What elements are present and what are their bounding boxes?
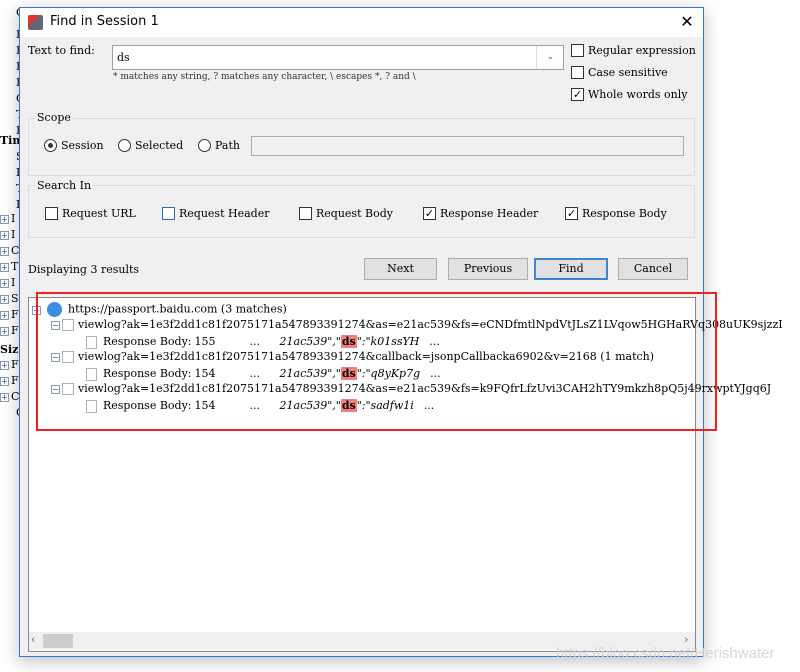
scrollbar-thumb[interactable] (43, 634, 73, 648)
scroll-left-icon[interactable]: ‹ (31, 633, 35, 646)
radio-icon[interactable] (118, 139, 131, 152)
search-in-label: Search In (35, 179, 94, 192)
close-button[interactable]: ✕ (675, 10, 699, 34)
checkmark-icon[interactable]: ✓ (571, 88, 584, 101)
next-button[interactable]: Next (364, 258, 437, 280)
background-tree-node: + I (0, 276, 16, 289)
checkbox-icon[interactable] (571, 44, 584, 57)
checkmark-icon[interactable]: ✓ (423, 207, 436, 220)
background-tree-node: + F (0, 324, 19, 337)
close-icon: ✕ (680, 12, 694, 31)
watermark: https://blog.csdn.net/Herishwater (556, 645, 775, 662)
hint-text: * matches any string, ? matches any char… (113, 72, 416, 82)
checkbox-icon[interactable] (45, 207, 58, 220)
status-text: Displaying 3 results (28, 263, 140, 276)
background-tree-node: + F (0, 374, 19, 387)
annotation-box (36, 292, 717, 431)
background-tree-node: + F (0, 358, 19, 371)
checkbox-icon[interactable] (162, 207, 175, 220)
background-tree-node: + I (0, 228, 16, 241)
radio-icon[interactable] (44, 139, 57, 152)
text-to-find-combobox[interactable]: ds ⌄ (112, 45, 564, 70)
path-input[interactable] (251, 136, 684, 156)
checkbox-icon[interactable] (299, 207, 312, 220)
scope-label: Scope (35, 111, 73, 124)
background-tree-node: + C (0, 244, 20, 257)
text-to-find-label: Text to find: (28, 44, 95, 57)
cancel-button[interactable]: Cancel (618, 258, 688, 280)
background-tree-node: + C (0, 390, 20, 403)
background-tree-node: + S (0, 292, 19, 305)
background-tree-node: + T (0, 260, 19, 273)
previous-button[interactable]: Previous (448, 258, 528, 280)
dialog-title: Find in Session 1 (50, 14, 159, 29)
background-tree-node: Siz (0, 343, 19, 356)
background-tree-node: + F (0, 308, 19, 321)
text-to-find-value: ds (117, 51, 130, 64)
checkbox-icon[interactable] (571, 66, 584, 79)
title-bar: Find in Session 1 ✕ (20, 8, 703, 37)
checkmark-icon[interactable]: ✓ (565, 207, 578, 220)
app-icon (28, 15, 43, 30)
radio-icon[interactable] (198, 139, 211, 152)
chevron-down-icon[interactable]: ⌄ (536, 46, 564, 69)
background-tree-node: + I (0, 212, 16, 225)
find-button[interactable]: Find (534, 258, 608, 280)
